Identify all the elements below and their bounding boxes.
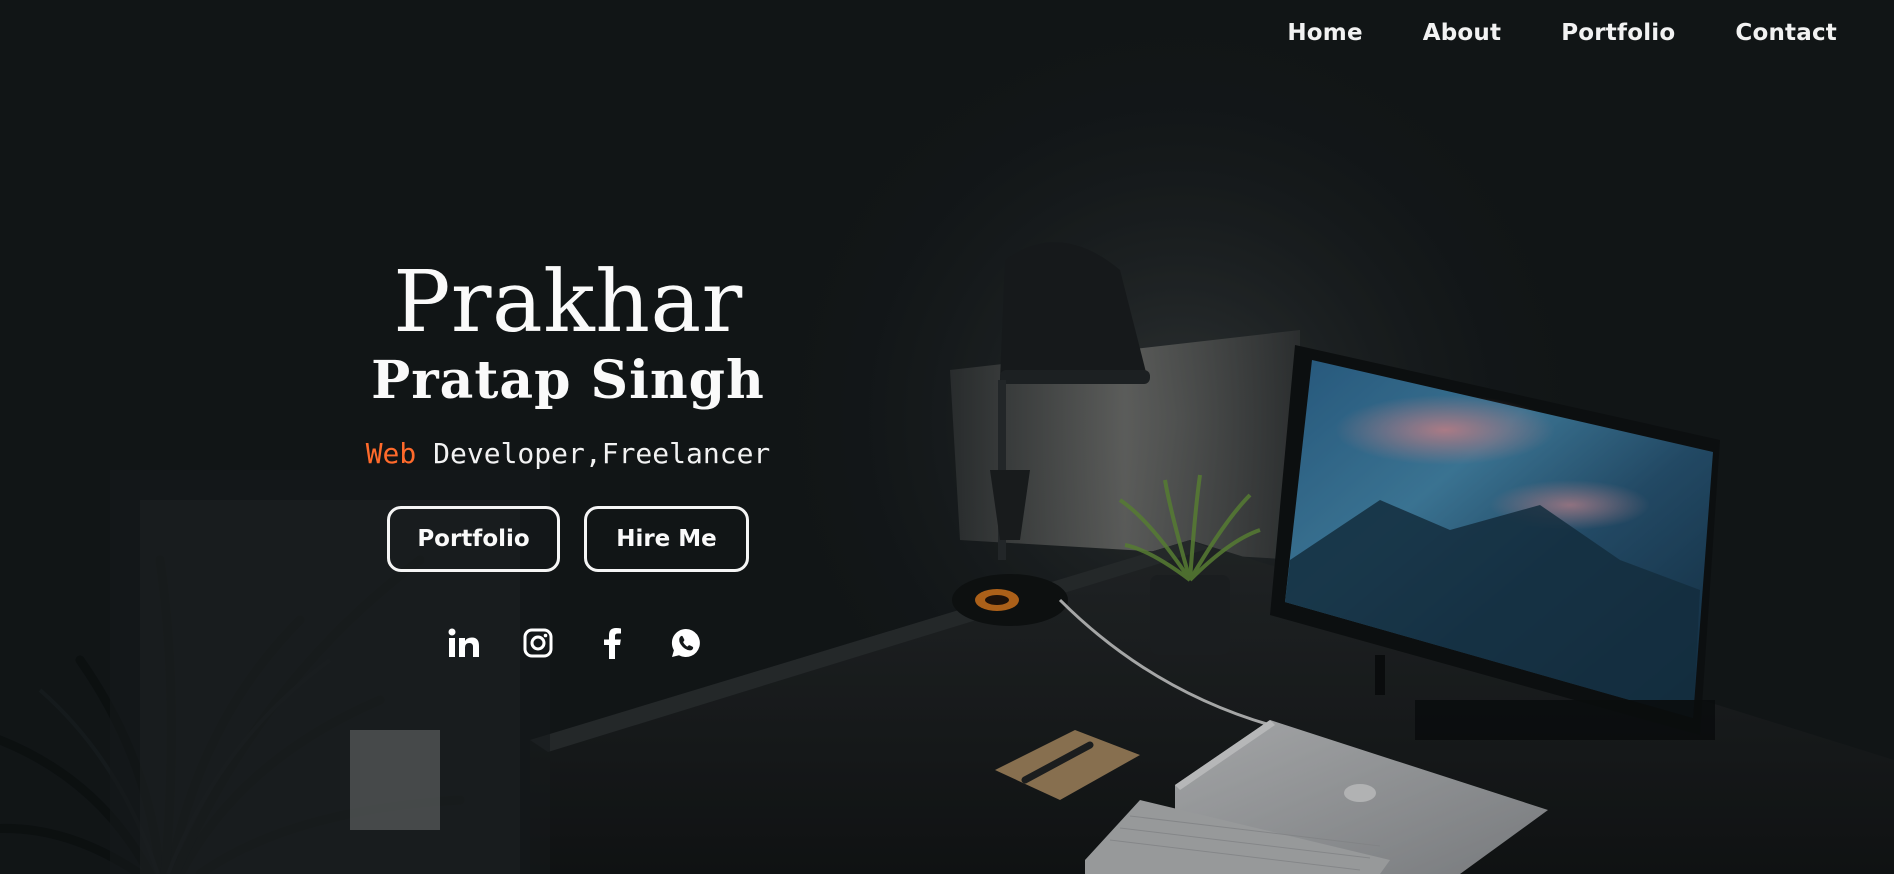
hero-first-name: Prakhar bbox=[393, 253, 743, 352]
nav-home-link[interactable]: Home bbox=[1287, 20, 1362, 46]
linkedin-icon[interactable] bbox=[447, 626, 481, 660]
social-links bbox=[268, 626, 868, 660]
instagram-icon[interactable] bbox=[521, 626, 555, 660]
hero-tagline: Web Developer,Freelancer bbox=[268, 437, 868, 470]
facebook-icon[interactable] bbox=[595, 626, 629, 660]
portfolio-button[interactable]: Portfolio bbox=[387, 506, 560, 572]
hero-last-name: Pratap Singh bbox=[371, 350, 765, 411]
hire-me-button[interactable]: Hire Me bbox=[584, 506, 749, 572]
nav-portfolio-link[interactable]: Portfolio bbox=[1561, 20, 1675, 46]
whatsapp-icon[interactable] bbox=[669, 626, 703, 660]
top-navbar: Home About Portfolio Contact bbox=[1227, 20, 1837, 46]
nav-contact-link[interactable]: Contact bbox=[1735, 20, 1837, 46]
tagline-accent-word: Web bbox=[365, 437, 417, 470]
tagline-rest: Developer,Freelancer bbox=[416, 437, 771, 470]
nav-about-link[interactable]: About bbox=[1423, 20, 1501, 46]
hero-button-row: Portfolio Hire Me bbox=[268, 506, 868, 572]
hero-section: Prakhar Pratap Singh Web Developer,Freel… bbox=[268, 260, 868, 660]
